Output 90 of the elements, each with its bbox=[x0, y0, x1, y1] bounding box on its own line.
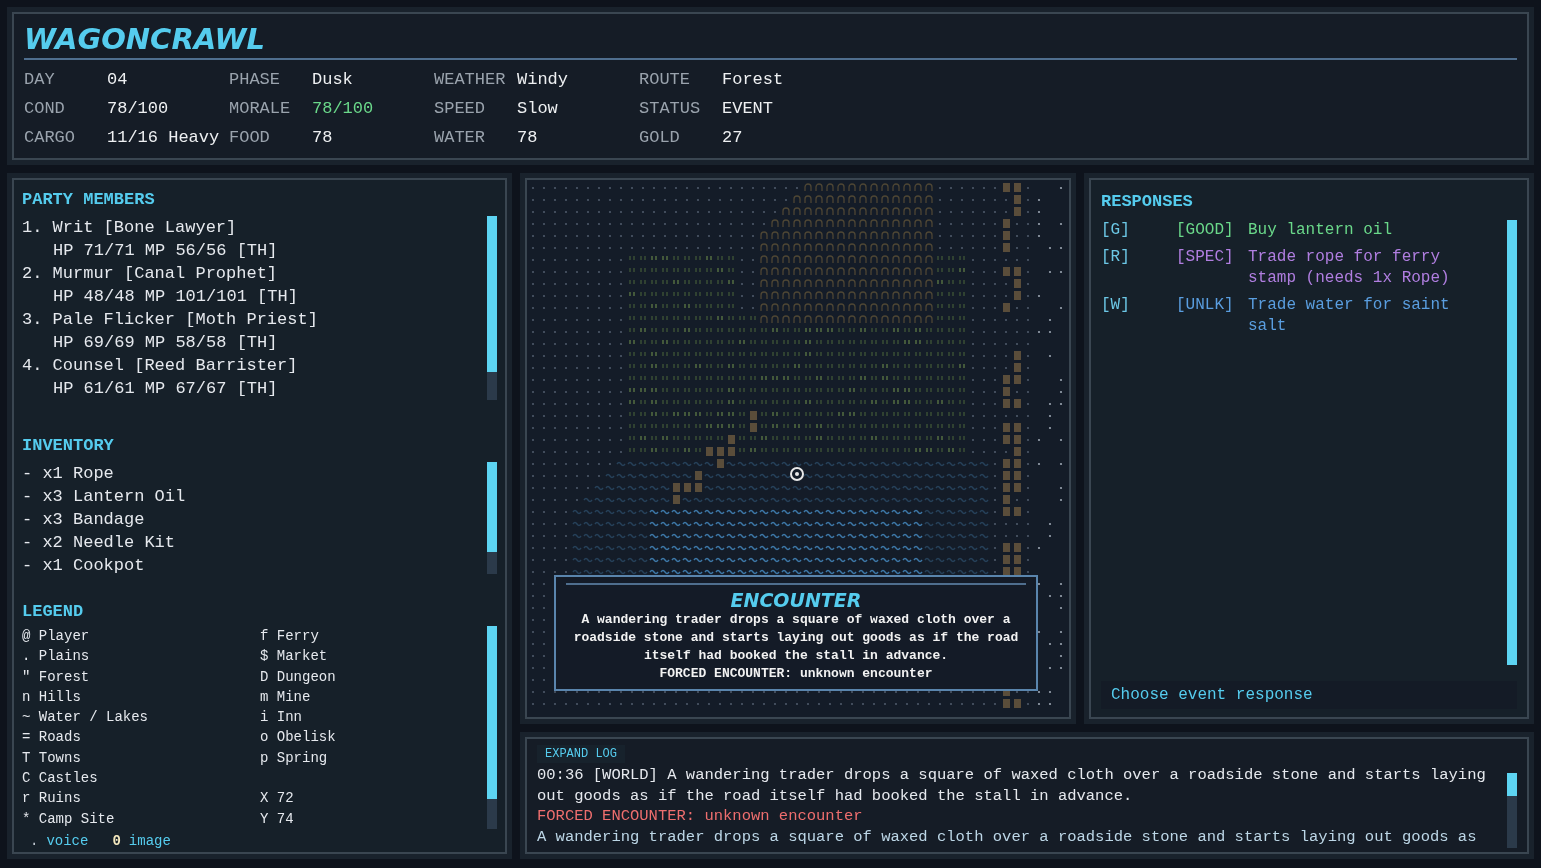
stat-value: 27 bbox=[722, 127, 744, 149]
member-stats: HP 61/61 MP 67/67 [TH] bbox=[52, 378, 278, 400]
legend-entry: p Spring bbox=[260, 748, 328, 768]
member-name: 3. Pale Flicker [Moth Priest] bbox=[22, 309, 318, 331]
hotkey-label: [R] bbox=[1101, 247, 1131, 268]
shortcut-key: 0 bbox=[112, 832, 121, 849]
legend-entry: i Inn bbox=[260, 708, 302, 728]
scrollbar[interactable] bbox=[487, 216, 497, 400]
legend-entry: @ Player bbox=[22, 627, 90, 646]
stat-value: Forest bbox=[722, 69, 785, 91]
stat-value: 78/100 bbox=[107, 98, 170, 120]
stat-label: STATUS bbox=[639, 98, 702, 120]
legend-entry: f Ferry bbox=[260, 627, 319, 646]
dialog-text: A wandering trader drops a square of waxed cloth over a roadside stone and starts laying out goods as if the road itself had booked the stall in advance. bbox=[572, 611, 1020, 665]
stat-label: SPEED bbox=[434, 98, 486, 120]
member-name: 1. Writ [Bone Lawyer] bbox=[22, 217, 237, 239]
section-heading: INVENTORY bbox=[22, 435, 114, 457]
legend-entry: X 72 bbox=[260, 789, 294, 809]
legend-entry: C Castles bbox=[22, 769, 98, 789]
stat-value: EVENT bbox=[722, 98, 774, 120]
member-stats: HP 69/69 MP 58/58 [TH] bbox=[52, 332, 278, 354]
inventory-item: - x3 Lantern Oil bbox=[22, 486, 186, 508]
stat-value: 78/100 bbox=[312, 98, 375, 120]
dialog-note: FORCED ENCOUNTER: unknown encounter bbox=[658, 665, 934, 683]
scrollbar[interactable] bbox=[1507, 773, 1517, 848]
stat-value: Windy bbox=[517, 69, 569, 91]
legend-entry: . Plains bbox=[22, 647, 90, 667]
legend-entry: ~ Water / Lakes bbox=[22, 708, 149, 728]
stat-label: DAY bbox=[24, 69, 56, 91]
hotkey-label: [W] bbox=[1101, 295, 1131, 316]
response-option[interactable]: [W] [UNLK] Trade water for saint salt bbox=[1101, 295, 1507, 337]
legend-entry: T Towns bbox=[22, 748, 81, 768]
legend-entry: o Obelisk bbox=[260, 728, 336, 748]
stat-label: WEATHER bbox=[434, 69, 507, 91]
member-stats: HP 48/48 MP 101/101 [TH] bbox=[52, 286, 298, 308]
legend-entry: " Forest bbox=[22, 667, 90, 687]
stat-value: 04 bbox=[107, 69, 129, 91]
stat-value: Slow bbox=[517, 98, 559, 120]
scrollbar[interactable] bbox=[487, 462, 497, 574]
legend-entry: r Ruins bbox=[22, 789, 81, 809]
app-title: WAGONCRAWL bbox=[24, 22, 1517, 60]
section-heading: LEGEND bbox=[22, 601, 84, 623]
stat-value: 78 bbox=[312, 127, 334, 149]
stat-label: COND bbox=[24, 98, 66, 120]
response-option[interactable]: [G] [GOOD] Buy lantern oil bbox=[1101, 220, 1507, 241]
legend-entry: m Mine bbox=[260, 687, 311, 707]
stat-label: WATER bbox=[434, 127, 486, 149]
legend-entry: D Dungeon bbox=[260, 667, 336, 687]
log-entry: A wandering trader drops a square of waxed cloth over a roadside stone and starts laying out goods as bbox=[537, 826, 1478, 847]
section-heading: RESPONSES bbox=[1101, 191, 1193, 213]
legend-entry: n Hills bbox=[22, 687, 81, 707]
hotkey-label: [G] bbox=[1101, 220, 1131, 241]
log-entry: FORCED ENCOUNTER: unknown encounter bbox=[537, 806, 864, 827]
stat-label: CARGO bbox=[24, 127, 76, 149]
stat-label: FOOD bbox=[229, 127, 271, 149]
inventory-item: - x2 Needle Kit bbox=[22, 532, 176, 554]
inventory-item: - x3 Bandage bbox=[22, 509, 145, 531]
expand-log-button[interactable]: EXPAND LOG bbox=[537, 745, 625, 763]
inventory-item: - x1 Cookpot bbox=[22, 555, 145, 577]
stat-value: Dusk bbox=[312, 69, 354, 91]
shortcut-key: . bbox=[30, 832, 39, 849]
command-input[interactable]: Choose event response bbox=[1101, 681, 1517, 709]
scrollbar[interactable] bbox=[1507, 220, 1517, 665]
shortcut-label[interactable]: voice bbox=[46, 832, 89, 849]
section-heading: PARTY MEMBERS bbox=[22, 189, 155, 211]
stat-label: MORALE bbox=[229, 98, 292, 120]
legend-entry: $ Market bbox=[260, 647, 328, 667]
scrollbar[interactable] bbox=[487, 626, 497, 829]
shortcut-label[interactable]: image bbox=[128, 832, 171, 849]
legend-entry: * Camp Site bbox=[22, 809, 115, 829]
stat-label: ROUTE bbox=[639, 69, 691, 91]
stat-label: PHASE bbox=[229, 69, 281, 91]
member-name: 2. Murmur [Canal Prophet] bbox=[22, 263, 278, 285]
response-tag: [GOOD] bbox=[1176, 220, 1248, 241]
stat-label: GOLD bbox=[639, 127, 681, 149]
legend-entry: = Roads bbox=[22, 728, 81, 748]
log-entry: 00:36 [WORLD] A wandering trader drops a square of waxed cloth over a roadside stone and starts laying out goods as if the road itself had booked the stall in advance. bbox=[537, 765, 1487, 806]
response-tag: [SPEC] bbox=[1176, 247, 1248, 289]
stat-value: 78 bbox=[517, 127, 539, 149]
stat-value: 11/16 Heavy bbox=[107, 127, 221, 149]
response-text: Trade rope for ferry stamp (needs 1x Rope) bbox=[1248, 247, 1451, 289]
response-option[interactable]: [R] [SPEC] Trade rope for ferry stamp (needs 1x Rope) bbox=[1101, 247, 1507, 289]
dialog-title: ENCOUNTER bbox=[566, 583, 1026, 611]
response-text: Buy lantern oil bbox=[1248, 220, 1394, 241]
member-name: 4. Counsel [Reed Barrister] bbox=[22, 355, 298, 377]
member-stats: HP 71/71 MP 56/56 [TH] bbox=[52, 240, 278, 262]
response-text: Trade water for saint salt bbox=[1248, 295, 1451, 337]
legend-entry: Y 74 bbox=[260, 809, 294, 829]
inventory-item: - x1 Rope bbox=[22, 463, 114, 485]
response-tag: [UNLK] bbox=[1176, 295, 1248, 337]
